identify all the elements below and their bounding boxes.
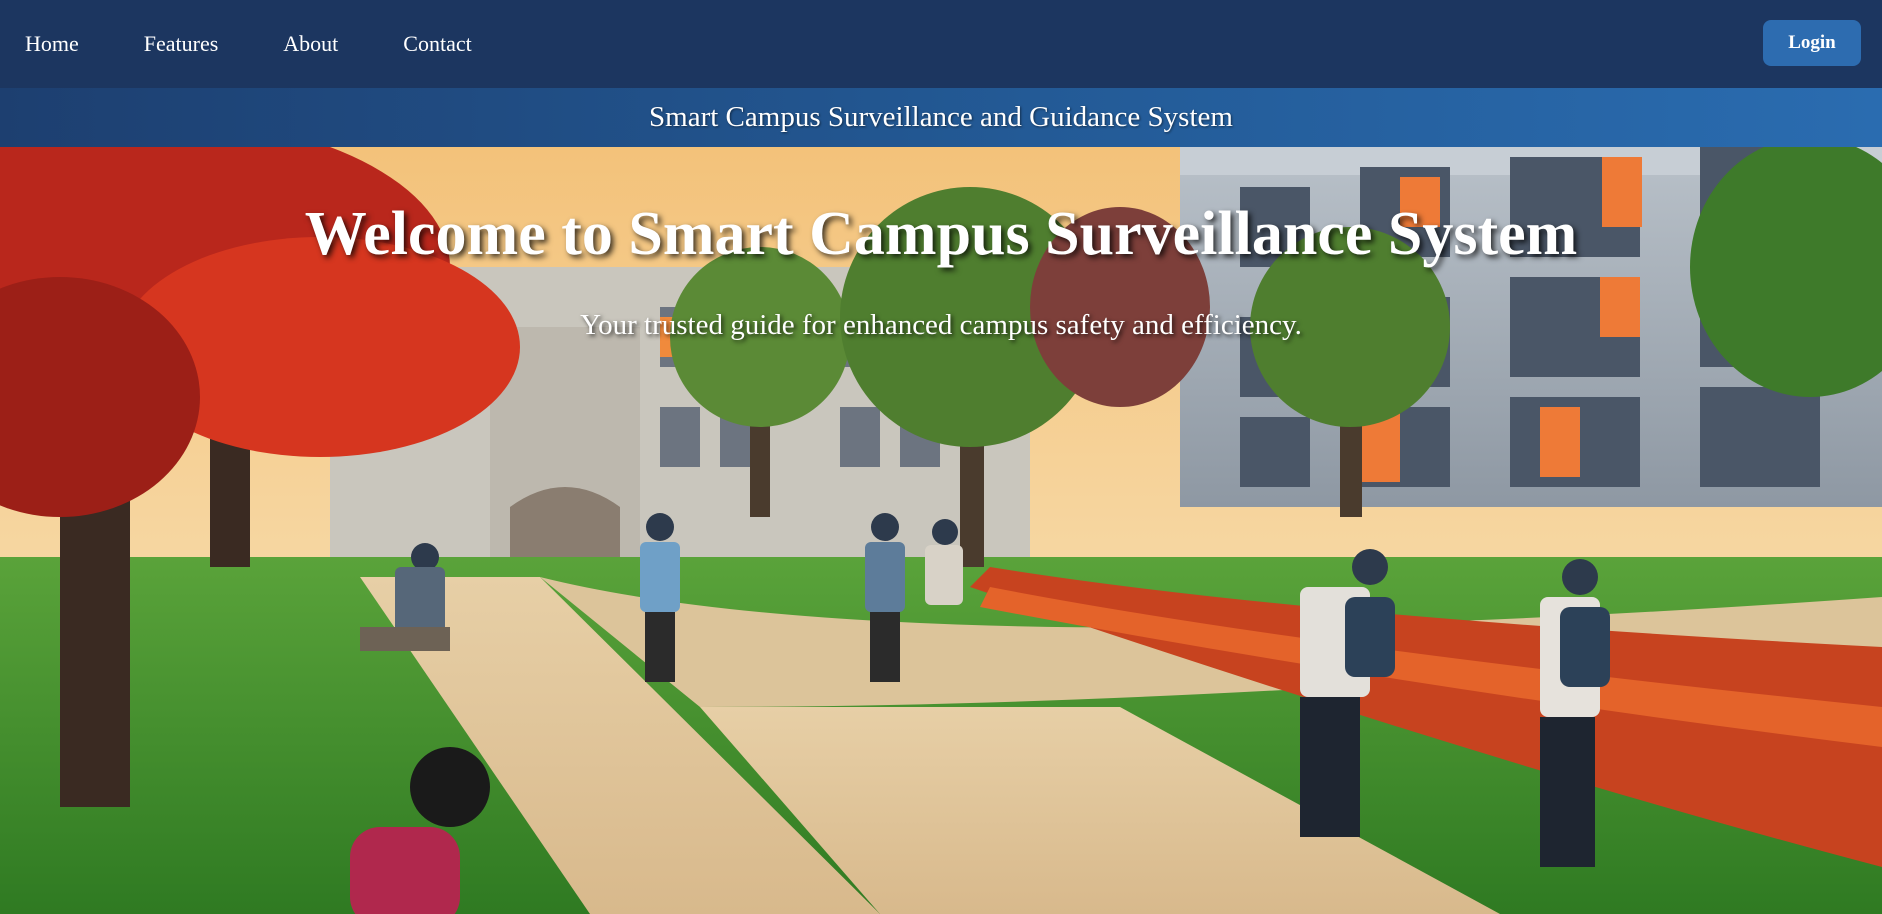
nav-about-link[interactable]: About — [283, 31, 338, 57]
hero-heading: Welcome to Smart Campus Surveillance Sys… — [304, 200, 1578, 268]
login-button[interactable]: Login — [1763, 20, 1861, 66]
system-title-banner: Smart Campus Surveillance and Guidance S… — [0, 88, 1882, 147]
hero-section: Welcome to Smart Campus Surveillance Sys… — [0, 147, 1882, 914]
nav-home-link[interactable]: Home — [25, 31, 79, 57]
nav-features-link[interactable]: Features — [144, 31, 219, 57]
top-navbar: Home Features About Contact Login — [0, 0, 1882, 88]
hero-tagline: Your trusted guide for enhanced campus s… — [580, 309, 1302, 341]
nav-contact-link[interactable]: Contact — [403, 31, 471, 57]
nav-links: Home Features About Contact — [0, 0, 512, 88]
system-title: Smart Campus Surveillance and Guidance S… — [649, 101, 1233, 133]
